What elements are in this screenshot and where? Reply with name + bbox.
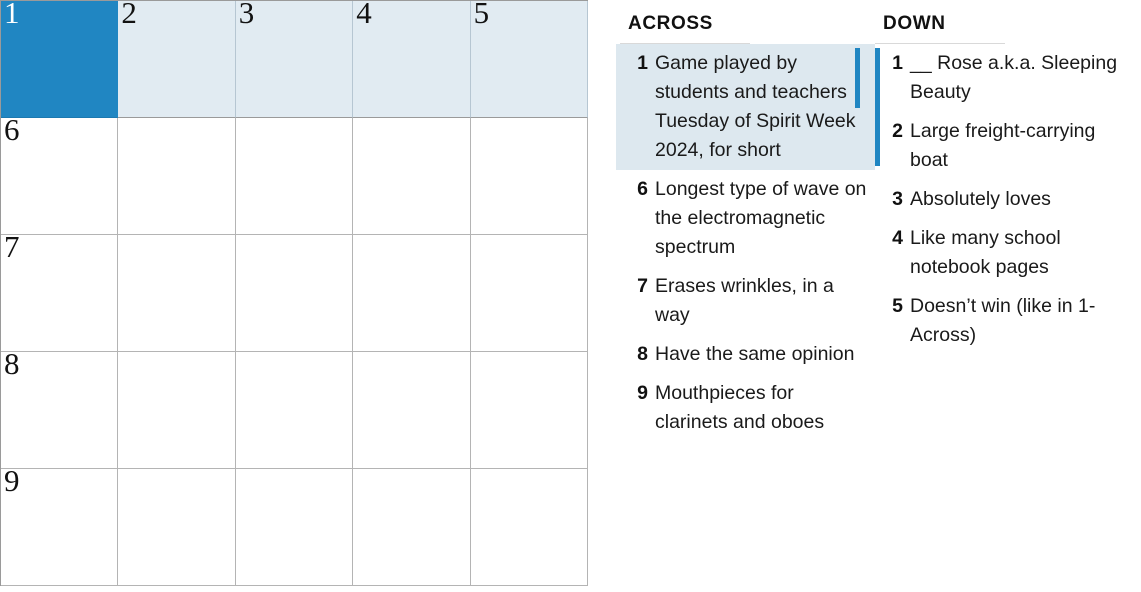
down-clue-2[interactable]: 2 Large freight-carrying boat	[875, 112, 1141, 180]
cell-number: 5	[473, 0, 490, 30]
grid-cell-r5c4[interactable]	[353, 469, 471, 586]
grid-cell-r2c4[interactable]	[353, 118, 471, 235]
clue-text: Erases wrinkles, in a way	[655, 275, 834, 326]
crossword-grid[interactable]: 1 2 3 4 5 6 7 8 9	[0, 0, 588, 586]
clue-number: 8	[637, 343, 648, 365]
clue-text: Mouthpieces for clarinets and oboes	[655, 382, 825, 433]
grid-cell-r3c4[interactable]	[353, 235, 471, 352]
grid-cell-r5c5[interactable]	[470, 469, 588, 586]
across-clue-list[interactable]: 1 Game played by students and teachers Tu…	[616, 44, 880, 442]
cell-number: 7	[4, 229, 20, 264]
across-clue-9[interactable]: 9 Mouthpieces for clarinets and oboes	[616, 374, 875, 442]
clue-text: Game played by students and teachers Tue…	[655, 52, 856, 161]
grid-cell-r1c1[interactable]: 1	[1, 0, 119, 118]
cell-number: 3	[238, 0, 255, 30]
down-clue-list[interactable]: 1 __ Rose a.k.a. Sleeping Beauty 2 Large fr…	[855, 44, 1141, 355]
grid-cell-r5c3[interactable]	[235, 469, 354, 586]
crossword-page: 1 2 3 4 5 6 7 8 9 ACROSS 1 Game played by student…	[0, 0, 1141, 592]
grid-cell-r4c1[interactable]: 8	[1, 348, 119, 469]
grid-cell-r2c1[interactable]: 6	[1, 114, 119, 235]
clue-text: Doesn’t win (like in 1-Across)	[910, 295, 1096, 346]
across-clue-1[interactable]: 1 Game played by students and teachers Tu…	[616, 44, 880, 170]
clue-number: 1	[637, 52, 648, 74]
cell-number: 2	[121, 0, 137, 30]
cell-number: 1	[4, 0, 20, 30]
grid-cell-r1c4[interactable]: 4	[353, 0, 471, 118]
down-clue-5[interactable]: 5 Doesn’t win (like in 1-Across)	[875, 287, 1141, 355]
down-clue-4[interactable]: 4 Like many school notebook pages	[875, 219, 1141, 287]
clue-text: Absolutely loves	[910, 188, 1051, 210]
clue-text: Large freight-carrying boat	[910, 120, 1096, 171]
down-clue-3[interactable]: 3 Absolutely loves	[875, 180, 1141, 219]
grid-cell-r1c2[interactable]: 2	[118, 0, 236, 118]
cell-number: 6	[4, 112, 20, 147]
clue-text: __ Rose a.k.a. Sleeping Beauty	[910, 52, 1118, 103]
grid-cell-r2c3[interactable]	[235, 118, 354, 235]
cell-number: 8	[4, 346, 20, 381]
grid-cell-r4c2[interactable]	[118, 352, 236, 469]
down-column: DOWN 1 __ Rose a.k.a. Sleeping Beauty 2 Lar…	[855, 0, 1141, 355]
clue-text: Like many school notebook pages	[910, 227, 1061, 278]
clue-text: Have the same opinion	[655, 343, 855, 365]
across-heading: ACROSS	[628, 13, 713, 34]
grid-cell-r3c3[interactable]	[235, 235, 354, 352]
grid-cell-r1c5[interactable]: 5	[470, 0, 588, 118]
cell-number: 9	[4, 463, 20, 498]
cell-number: 4	[356, 0, 372, 30]
grid-cell-r4c4[interactable]	[353, 352, 471, 469]
crossword-grid-container: 1 2 3 4 5 6 7 8 9	[0, 0, 588, 586]
across-clue-8[interactable]: 8 Have the same opinion	[616, 335, 875, 374]
clue-number: 1	[892, 52, 903, 74]
grid-cell-r3c5[interactable]	[470, 235, 588, 352]
across-column: ACROSS 1 Game played by students and teac…	[616, 0, 880, 442]
clue-number: 6	[637, 178, 648, 200]
clue-number: 2	[892, 120, 903, 142]
clue-number: 7	[637, 275, 648, 297]
down-clue-1[interactable]: 1 __ Rose a.k.a. Sleeping Beauty	[855, 44, 1141, 112]
grid-cell-r5c1[interactable]: 9	[1, 465, 119, 586]
across-clue-7[interactable]: 7 Erases wrinkles, in a way	[616, 267, 875, 335]
grid-cell-r2c5[interactable]	[470, 118, 588, 235]
clue-number: 4	[892, 227, 903, 249]
grid-cell-r3c1[interactable]: 7	[1, 231, 119, 352]
clue-number: 3	[892, 188, 903, 210]
clue-text: Longest type of wave on the electromagne…	[655, 178, 867, 258]
clue-number: 5	[892, 295, 903, 317]
grid-cell-r5c2[interactable]	[118, 469, 236, 586]
clue-number: 9	[637, 382, 648, 404]
grid-cell-r3c2[interactable]	[118, 235, 236, 352]
down-heading: DOWN	[883, 13, 946, 34]
grid-cell-r4c3[interactable]	[235, 352, 354, 469]
across-clue-6[interactable]: 6 Longest type of wave on the electromagn…	[616, 170, 875, 267]
grid-cell-r1c3[interactable]: 3	[235, 0, 354, 118]
grid-cell-r4c5[interactable]	[470, 352, 588, 469]
clues-panel: ACROSS 1 Game played by students and teac…	[616, 0, 1141, 592]
grid-cell-r2c2[interactable]	[118, 118, 236, 235]
